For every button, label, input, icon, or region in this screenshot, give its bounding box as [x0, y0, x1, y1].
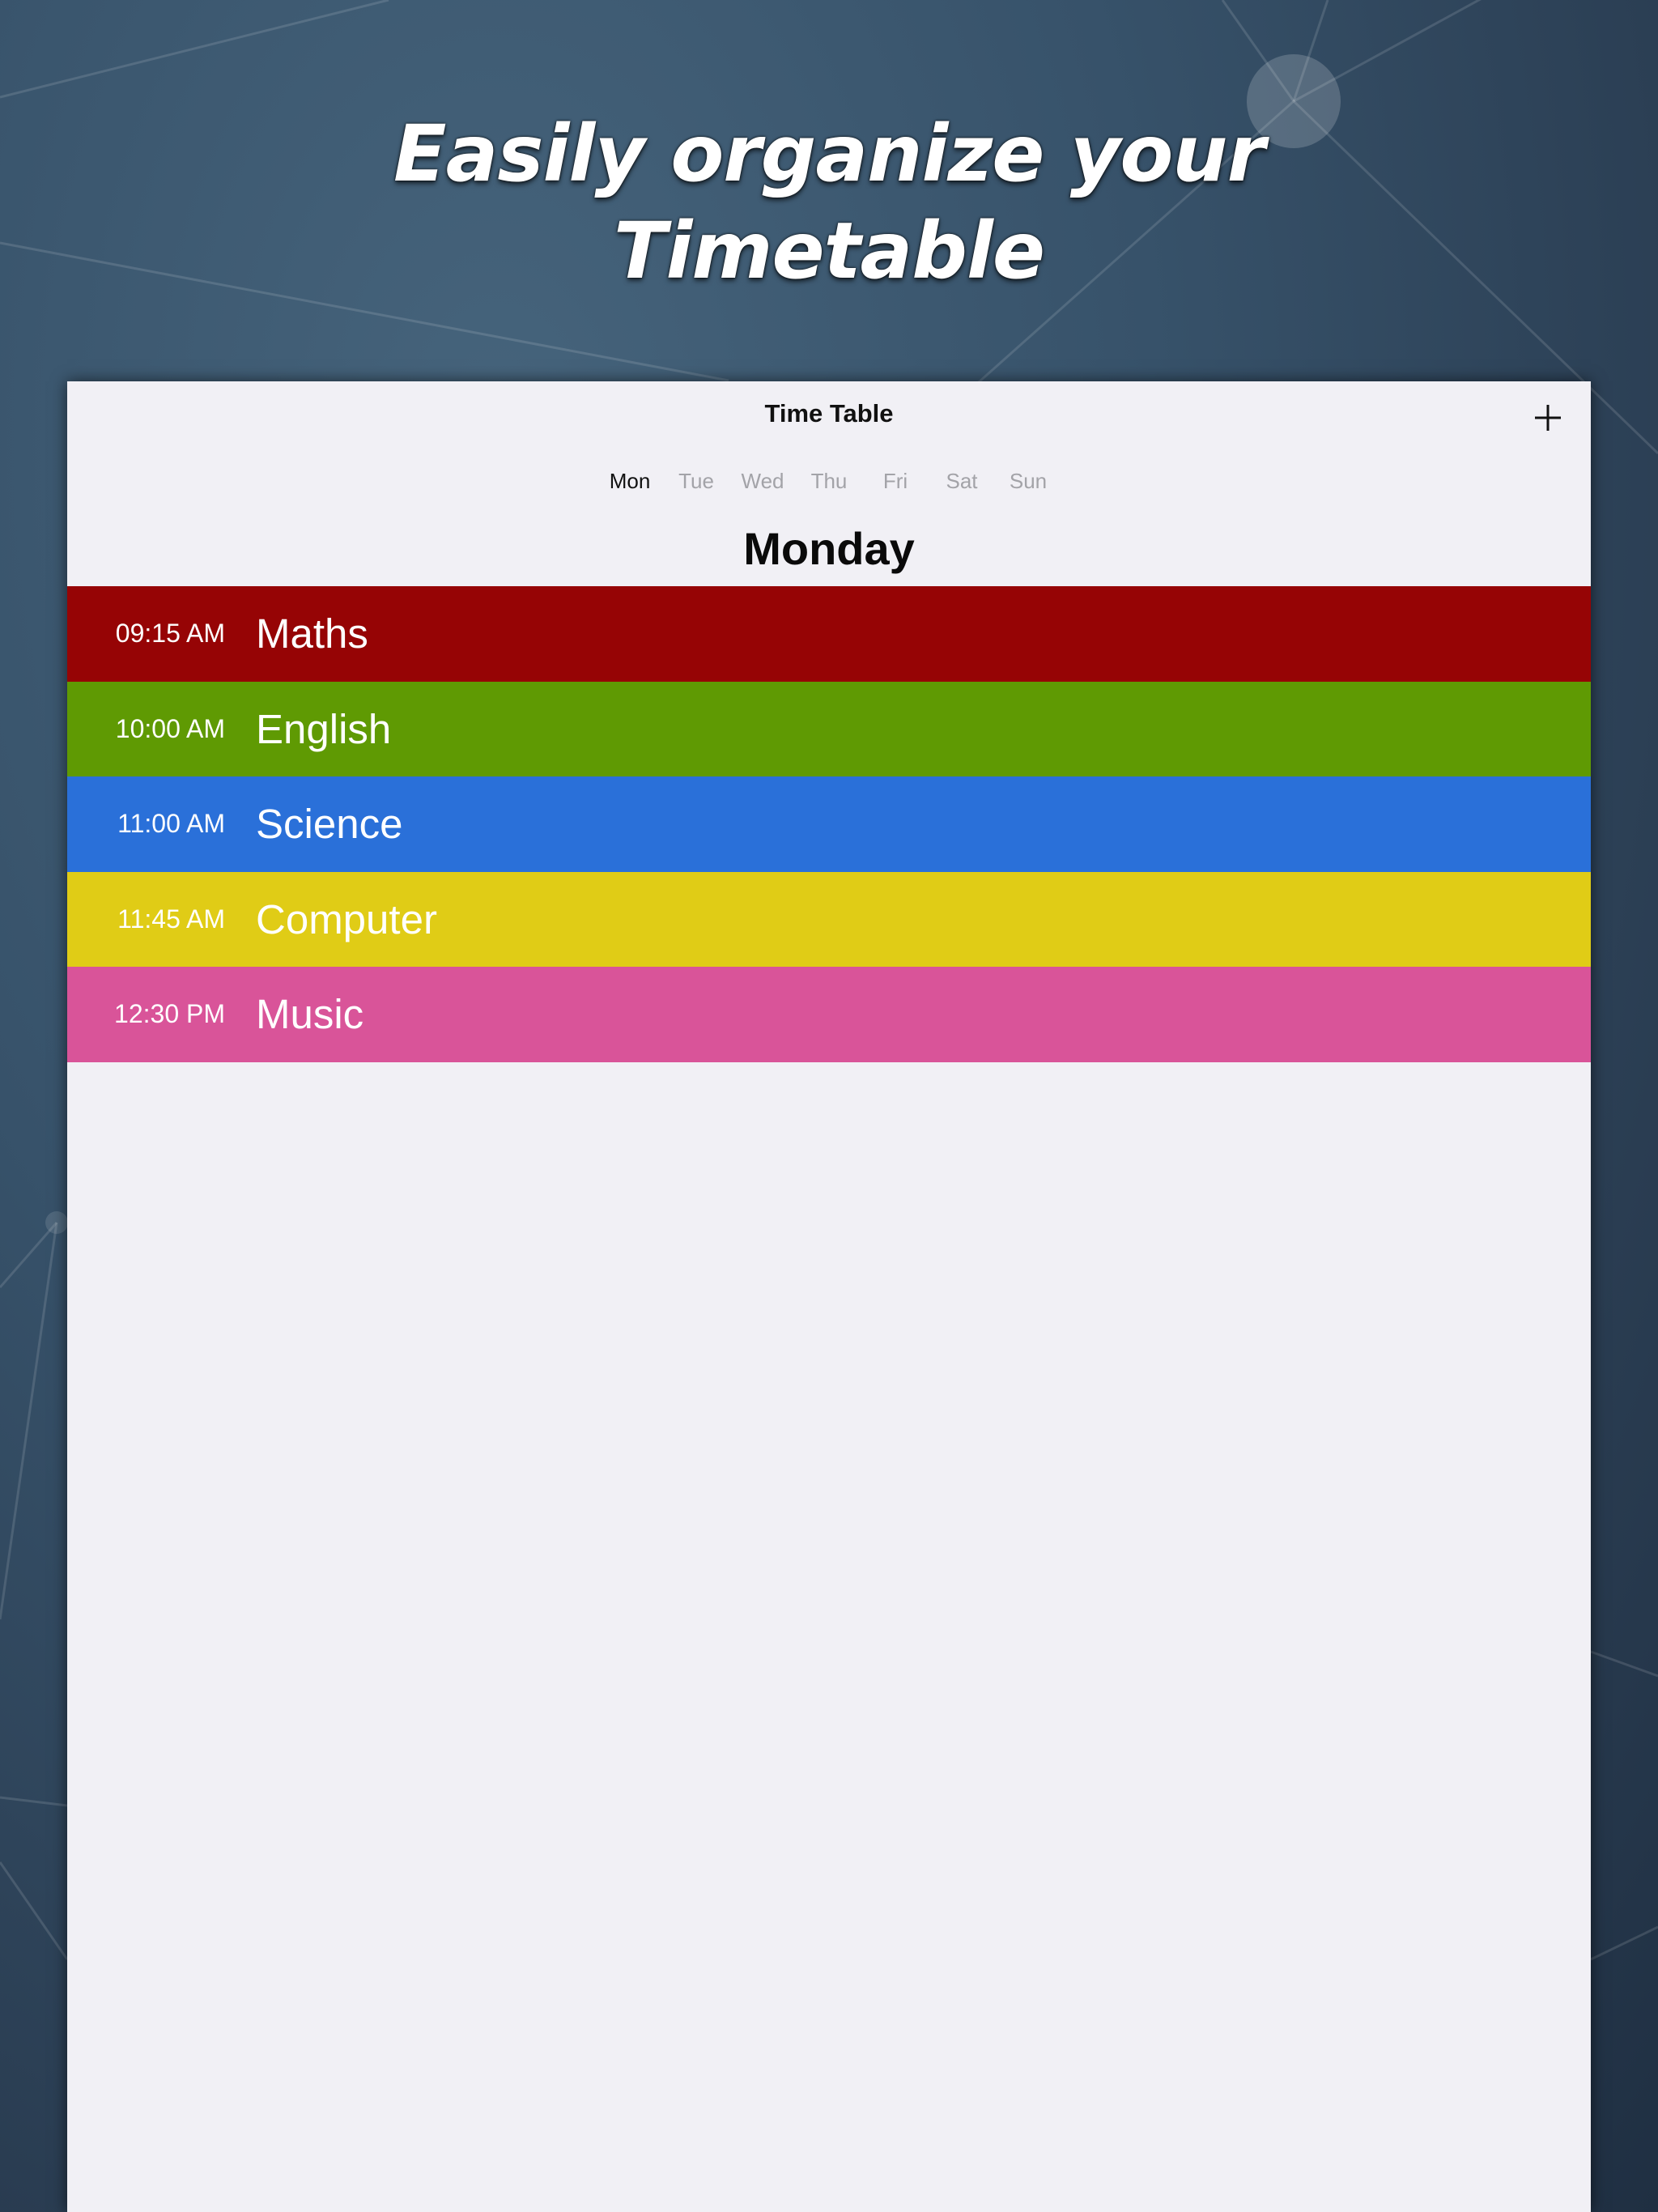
day-heading: Monday [743, 523, 915, 574]
day-tab-sun[interactable]: Sun [995, 469, 1061, 494]
class-time: 12:30 PM [114, 999, 225, 1029]
promo-headline-line2: Timetable [614, 206, 1045, 296]
class-time: 11:45 AM [117, 904, 225, 934]
day-tab-wed[interactable]: Wed [729, 469, 796, 494]
class-row-english[interactable]: 10:00 AM English [67, 681, 1591, 776]
day-tab-sat[interactable]: Sat [929, 469, 995, 494]
class-row-science[interactable]: 11:00 AM Science [67, 776, 1591, 872]
class-subject: English [256, 705, 392, 752]
promo-headline-line1: Easily organize your [393, 108, 1265, 199]
class-schedule-list: 09:15 AM Maths 10:00 AM English 11:00 AM… [67, 586, 1591, 1062]
class-subject: Science [256, 801, 403, 848]
day-tab-mon[interactable]: Mon [597, 469, 663, 494]
class-subject: Computer [256, 895, 437, 942]
day-selector: Mon Tue Wed Thu Fri Sat Sun [67, 469, 1591, 494]
app-screen: Time Table Mon Tue Wed Thu Fri Sat Sun M… [67, 381, 1591, 2212]
class-row-music[interactable]: 12:30 PM Music [67, 967, 1591, 1062]
class-time: 09:15 AM [115, 619, 225, 649]
class-subject: Music [256, 991, 364, 1038]
promo-headline: Easily organize your Timetable [0, 105, 1658, 300]
class-row-computer[interactable]: 11:45 AM Computer [67, 871, 1591, 967]
day-tab-tue[interactable]: Tue [663, 469, 729, 494]
plus-icon[interactable] [1528, 398, 1568, 438]
class-subject: Maths [256, 610, 368, 657]
day-tab-thu[interactable]: Thu [796, 469, 862, 494]
nav-title: Time Table [764, 399, 894, 428]
day-tab-fri[interactable]: Fri [862, 469, 929, 494]
class-time: 10:00 AM [115, 713, 225, 743]
class-row-maths[interactable]: 09:15 AM Maths [67, 586, 1591, 682]
class-time: 11:00 AM [117, 809, 225, 839]
